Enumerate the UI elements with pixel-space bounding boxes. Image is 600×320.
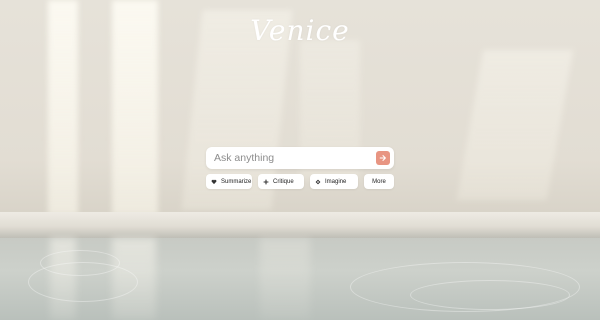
heart-icon	[211, 179, 217, 185]
suggestion-chips: Summarize Critique Imagine More	[206, 174, 394, 189]
eye-icon	[315, 179, 321, 185]
chip-more[interactable]: More	[364, 174, 394, 189]
send-button[interactable]	[376, 151, 390, 165]
water-ripple	[410, 280, 570, 310]
chip-label: Summarize	[221, 178, 252, 185]
stone-ledge	[0, 212, 600, 238]
plus-icon	[263, 179, 269, 185]
water-ripple	[28, 262, 138, 302]
chip-label: Imagine	[325, 178, 347, 185]
arrow-right-icon	[379, 155, 386, 161]
water-reflection	[260, 238, 310, 320]
chip-label: More	[372, 178, 386, 185]
chip-critique[interactable]: Critique	[258, 174, 304, 189]
search-bar	[206, 147, 394, 169]
search-input[interactable]	[214, 152, 376, 164]
chip-summarize[interactable]: Summarize	[206, 174, 252, 189]
light-shaft	[456, 50, 574, 200]
brand-logo: Venice	[250, 14, 350, 47]
chip-imagine[interactable]: Imagine	[310, 174, 358, 189]
chip-label: Critique	[273, 178, 294, 185]
